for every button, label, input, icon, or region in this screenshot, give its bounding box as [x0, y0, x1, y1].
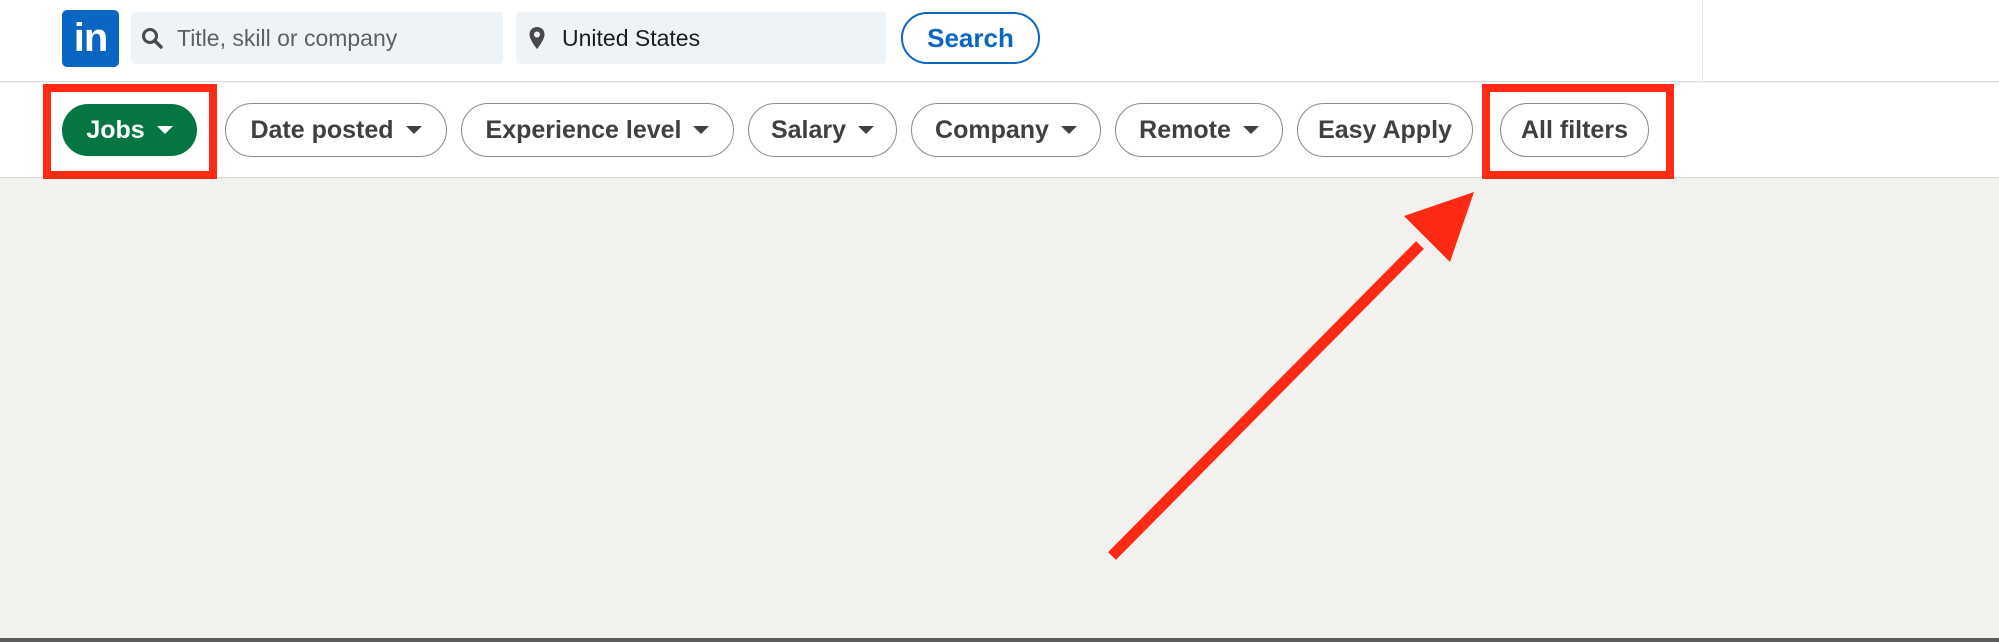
location-input[interactable]: [562, 24, 862, 52]
top-search-bar: in Search: [0, 0, 1999, 82]
highlight-box-all-filters: [1482, 84, 1674, 179]
date-posted-filter[interactable]: Date posted: [225, 103, 447, 157]
experience-level-filter[interactable]: Experience level: [461, 103, 734, 157]
chevron-down-icon: [405, 126, 422, 134]
salary-filter[interactable]: Salary: [748, 103, 897, 157]
chevron-down-icon: [1060, 126, 1077, 134]
easy-apply-label: Easy Apply: [1318, 115, 1452, 144]
date-posted-label: Date posted: [250, 115, 394, 144]
search-icon: [141, 27, 163, 49]
arrow-shaft: [1108, 241, 1424, 560]
filter-bar: Jobs Date posted Experience level Salary…: [0, 83, 1999, 178]
company-label: Company: [935, 115, 1049, 144]
chevron-down-icon: [858, 126, 875, 134]
arrow-head: [1404, 192, 1474, 262]
linkedin-logo[interactable]: in: [62, 10, 119, 67]
highlight-box-jobs: [43, 84, 217, 179]
salary-label: Salary: [770, 115, 847, 144]
chevron-down-icon: [1242, 126, 1259, 134]
experience-level-label: Experience level: [485, 115, 682, 144]
chevron-down-icon: [693, 126, 710, 134]
easy-apply-filter[interactable]: Easy Apply: [1297, 103, 1473, 157]
title-search-field[interactable]: [131, 12, 503, 64]
search-button[interactable]: Search: [901, 12, 1040, 64]
location-field[interactable]: [516, 12, 886, 64]
company-filter[interactable]: Company: [911, 103, 1101, 157]
bottom-border: [0, 638, 1999, 642]
linkedin-jobs-page: in Search Jobs: [0, 0, 1999, 642]
divider: [1702, 0, 1703, 82]
remote-filter[interactable]: Remote: [1115, 103, 1283, 157]
search-input[interactable]: [177, 24, 477, 52]
remote-label: Remote: [1139, 115, 1231, 144]
location-pin-icon: [526, 27, 548, 49]
